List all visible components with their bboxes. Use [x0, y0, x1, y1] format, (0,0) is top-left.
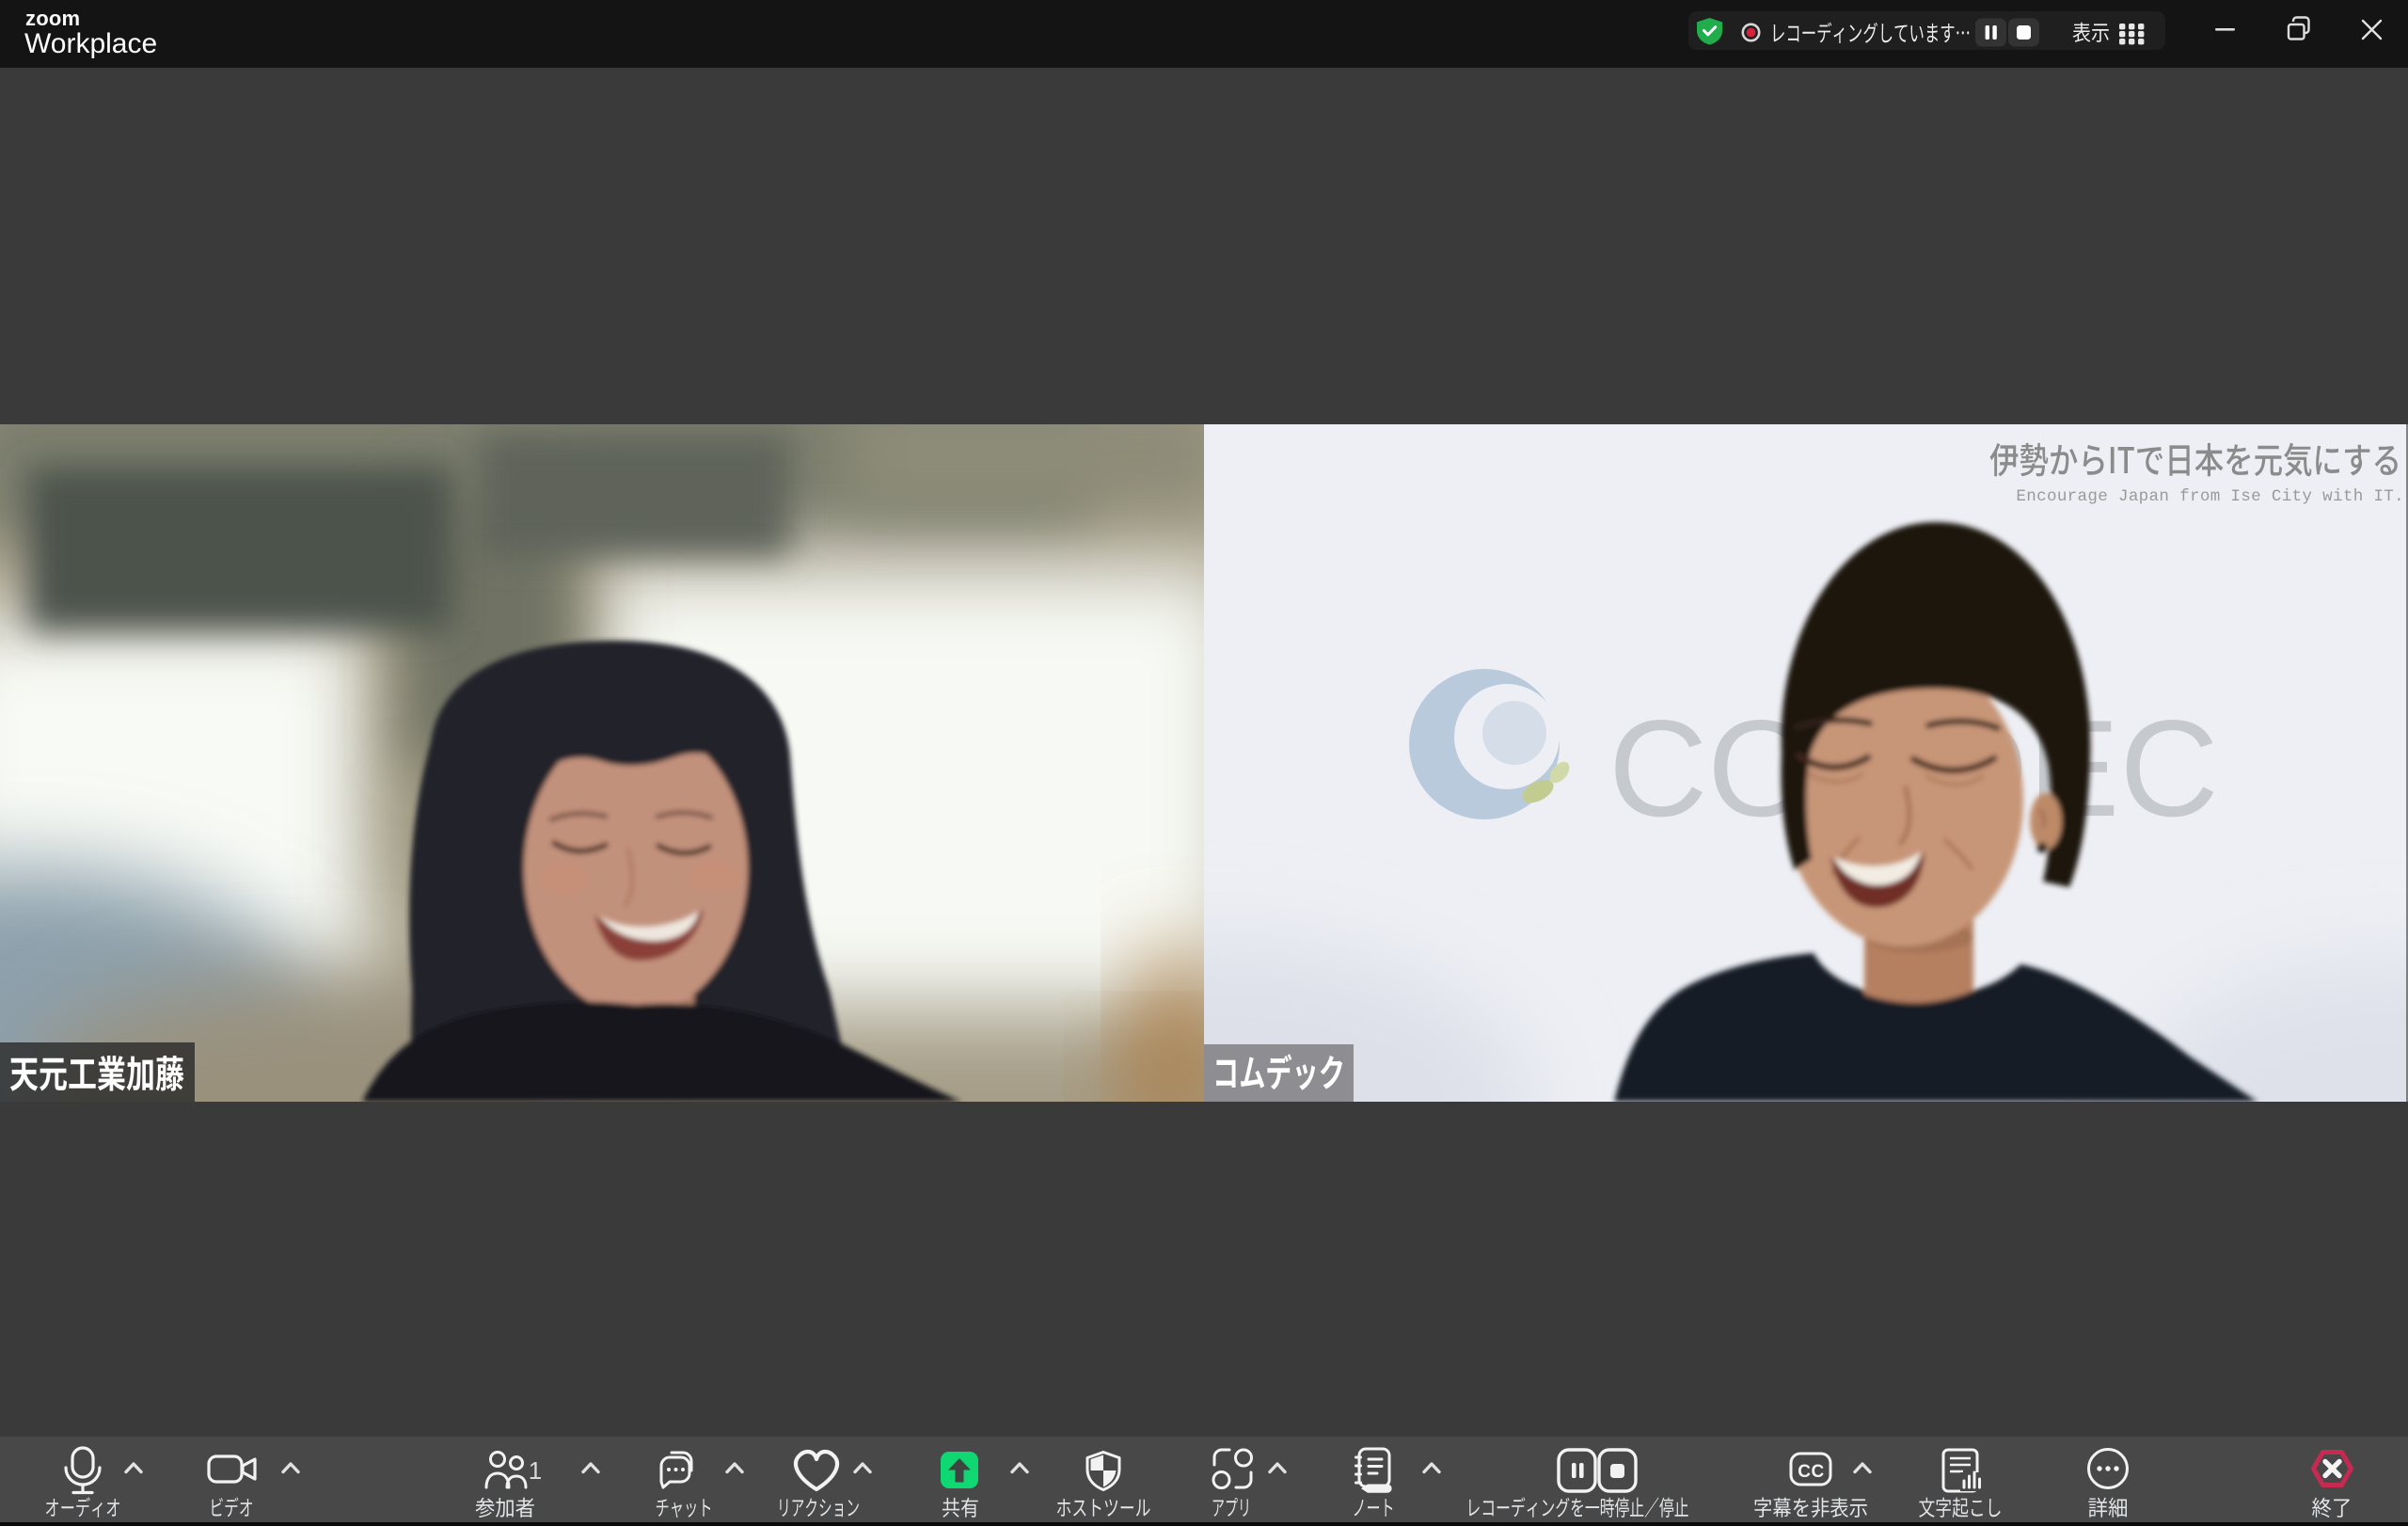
- svg-text:1: 1: [529, 1456, 542, 1485]
- svg-text:Encourage Japan from Ise City: Encourage Japan from Ise City with IT.: [2016, 487, 2404, 506]
- svg-text:zoom: zoom: [25, 7, 80, 30]
- svg-text:Workplace: Workplace: [24, 28, 157, 59]
- svg-text:CC: CC: [1798, 1462, 1824, 1482]
